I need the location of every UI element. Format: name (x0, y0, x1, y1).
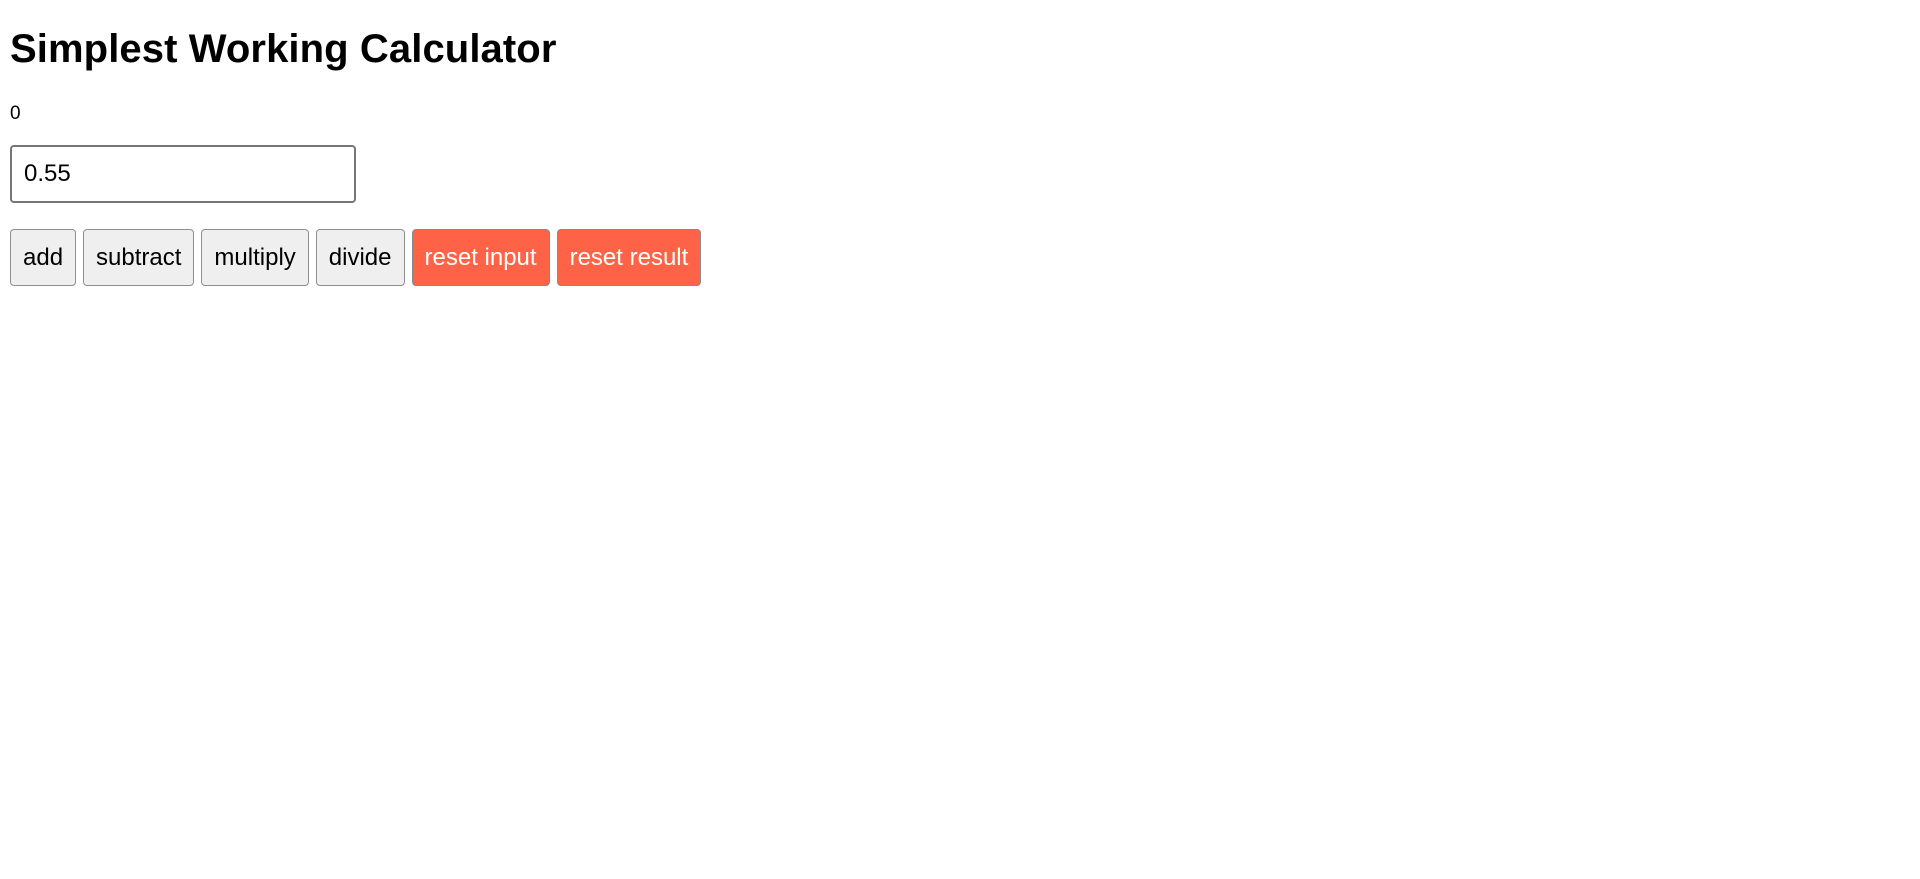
result-display: 0 (10, 103, 21, 124)
reset-input-button[interactable]: reset input (411, 229, 550, 286)
calculator-app: Simplest Working Calculator 0 add subtra… (10, 0, 702, 286)
calculator-form: add subtract multiply divide reset input… (10, 145, 702, 286)
reset-result-button[interactable]: reset result (556, 229, 702, 286)
multiply-button[interactable]: multiply (201, 229, 309, 286)
divide-button[interactable]: divide (315, 229, 405, 286)
add-button[interactable]: add (10, 229, 77, 286)
button-row: add subtract multiply divide reset input… (10, 229, 702, 286)
subtract-button[interactable]: subtract (83, 229, 195, 286)
number-input[interactable] (10, 145, 356, 203)
page-title: Simplest Working Calculator (10, 27, 557, 71)
